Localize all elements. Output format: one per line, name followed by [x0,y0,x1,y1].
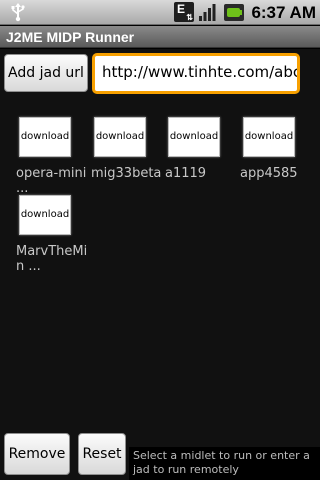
edge-icon: E ⇅ [174,2,194,22]
download-icon: download [94,117,146,157]
midlet-label: a1119 [165,166,207,181]
download-icon: download [19,117,71,157]
title-bar: J2ME MIDP Runner [0,26,320,48]
battery-icon [224,4,244,21]
main-content: Add jad url http://www.tinhte.com/abc do… [0,49,320,480]
midlet-label: app4585 [240,166,298,181]
download-icon: download [168,117,220,157]
midlet-label: opera-mini ... [16,166,87,196]
data-arrows-icon: ⇅ [186,13,193,22]
reset-button[interactable]: Reset [78,433,126,475]
remove-button[interactable]: Remove [4,433,70,475]
add-jad-url-button[interactable]: Add jad url [4,54,88,92]
midlet-label: MarvTheMin ... [16,244,88,274]
clock: 6:37 AM [251,3,316,22]
bottom-bar: Remove Reset Select a midlet to run or e… [0,433,320,480]
status-message: Select a midlet to run or enter a jad to… [129,447,320,480]
signal-icon [199,4,216,21]
status-bar: E ⇅ 6:37 AM [0,0,320,25]
midlet-label: mig33beta [91,166,162,181]
network-type-label: E [177,2,186,16]
usb-icon [11,3,25,22]
app-title: J2ME MIDP Runner [6,29,135,45]
download-icon: download [243,117,295,157]
jad-url-input[interactable]: http://www.tinhte.com/abc [92,53,300,94]
download-icon: download [19,195,71,235]
